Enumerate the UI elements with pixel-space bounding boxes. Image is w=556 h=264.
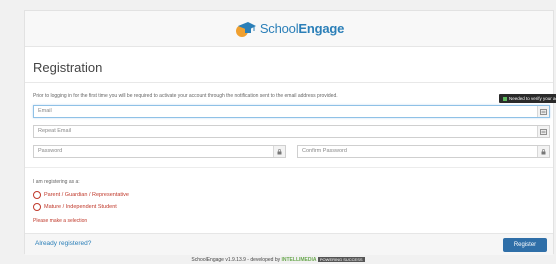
intellimedia-link[interactable]: INTELLIMEDIA <box>282 257 317 263</box>
tooltip-text: Needed to verify your account <box>509 96 556 101</box>
registration-card: SchoolEngage Registration Prior to loggi… <box>24 10 556 255</box>
registering-label: I am registering as a: <box>33 179 80 185</box>
email-placeholder: Email <box>38 108 52 114</box>
lock-icon <box>273 146 285 157</box>
tooltip-icon <box>503 96 507 101</box>
radio-parent-guardian[interactable]: Parent / Guardian / Representative <box>33 191 129 199</box>
password-placeholder: Password <box>38 148 63 154</box>
radio-mature-student[interactable]: Mature / Independent Student <box>33 203 117 211</box>
register-button[interactable]: Register <box>503 238 547 252</box>
email-field[interactable]: Email <box>33 105 550 118</box>
already-registered-link[interactable]: Already registered? <box>35 240 91 247</box>
password-field[interactable]: Password <box>33 145 286 158</box>
brand-name: SchoolEngage <box>259 21 345 36</box>
intro-text: Prior to logging in for the first time y… <box>33 93 338 99</box>
header-bar: SchoolEngage <box>25 11 553 47</box>
selection-error: Please make a selection <box>33 218 88 224</box>
repeat-email-field[interactable]: Repeat Email <box>33 125 550 138</box>
graduation-cap-logo-icon <box>235 21 256 37</box>
radio-button[interactable] <box>33 191 41 199</box>
email-icon <box>537 106 549 117</box>
credit-badge: POWERING SUCCESS <box>317 257 365 262</box>
email-icon <box>537 126 549 137</box>
form-footer: Already registered? Register <box>25 233 553 255</box>
lock-icon <box>537 146 549 157</box>
brand: SchoolEngage <box>234 20 344 38</box>
page: SchoolEngage Registration Prior to loggi… <box>0 0 556 264</box>
confirm-password-placeholder: Confirm Password <box>302 148 347 154</box>
page-title: Registration <box>33 60 103 75</box>
divider <box>25 82 553 83</box>
brand-name-suffix: Engage <box>298 21 345 36</box>
radio-label: Parent / Guardian / Representative <box>44 192 129 198</box>
page-footer: SchoolEngage v1.9.13.9 - developed by IN… <box>0 257 556 263</box>
credit-text: SchoolEngage v1.9.13.9 - developed by <box>191 257 282 263</box>
confirm-password-field[interactable]: Confirm Password <box>297 145 550 158</box>
divider <box>25 167 553 168</box>
radio-button[interactable] <box>33 203 41 211</box>
radio-label: Mature / Independent Student <box>44 204 117 210</box>
brand-name-prefix: School <box>259 21 299 36</box>
repeat-email-placeholder: Repeat Email <box>38 128 72 134</box>
verify-tooltip: Needed to verify your account <box>499 94 556 103</box>
